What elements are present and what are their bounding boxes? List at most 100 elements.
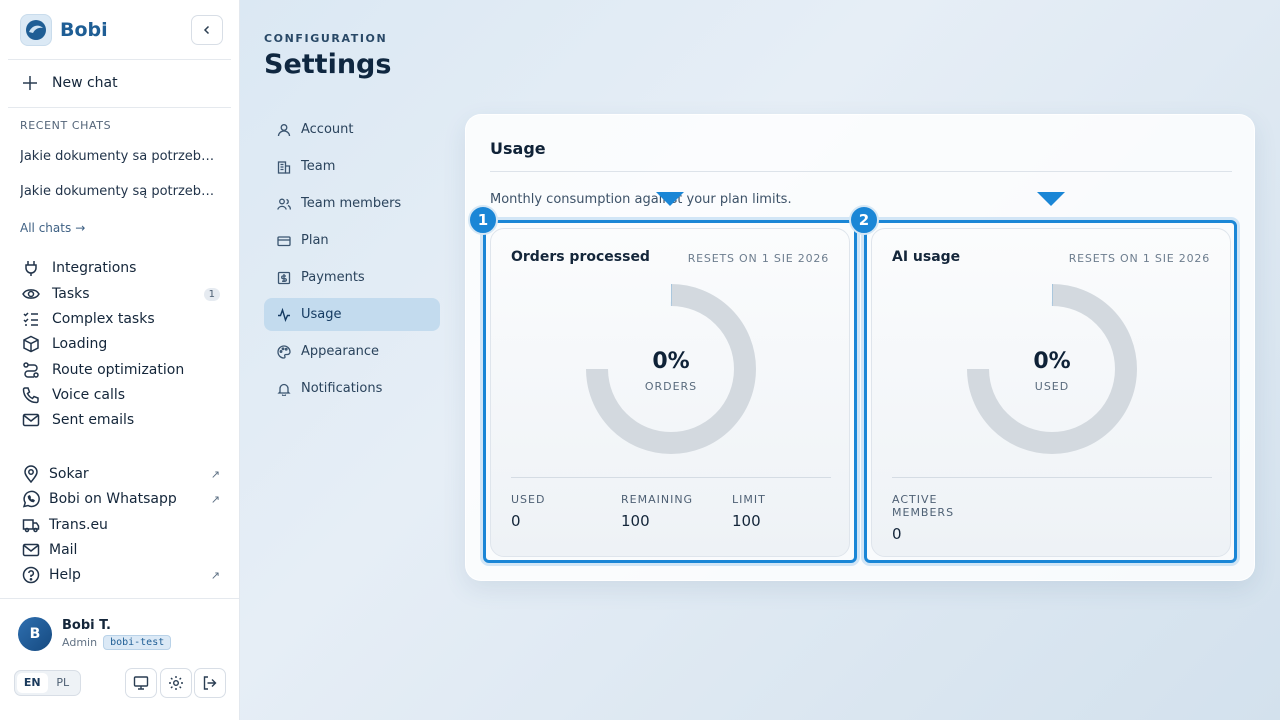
tab-label: Usage [301,307,342,322]
sidebar-item-whatsapp[interactable]: Bobi on Whatsapp ↗ [20,488,220,510]
collapse-sidebar-button[interactable] [191,15,223,45]
sidebar-item-voice-calls[interactable]: Voice calls [20,384,220,406]
sidebar-item-label: Complex tasks [52,311,155,327]
tab-notifications[interactable]: Notifications [264,372,440,405]
tab-label: Notifications [301,381,383,396]
sidebar-item-label: Help [49,567,81,583]
chevron-left-icon [203,25,210,35]
sidebar-item-label: Sokar [49,466,89,482]
sidebar-item-label: Loading [52,336,108,352]
all-chats-label: All chats [20,221,72,235]
tab-label: Payments [301,270,365,285]
external-link-icon: ↗ [210,467,220,481]
dolphin-logo-icon [20,14,52,46]
users-icon [276,196,292,212]
tab-label: Account [301,122,354,137]
box-icon [20,333,42,355]
arrow-right-icon: → [75,221,86,235]
divider [8,107,231,108]
sidebar-item-mail[interactable]: Mail [20,539,220,561]
sidebar-item-help[interactable]: Help ↗ [20,564,220,586]
user-profile[interactable]: B Bobi T. Admin bobi-test [18,617,172,651]
whatsapp-icon [20,488,42,510]
brand[interactable]: Bobi [20,14,108,46]
sidebar-item-label: Route optimization [52,362,185,378]
user-name: Bobi T. [62,618,111,633]
tab-account[interactable]: Account [264,113,440,146]
recent-chats-label: RECENT CHATS [20,119,112,132]
sidebar-item-label: Trans.eu [49,517,108,533]
sidebar: Bobi New chat RECENT CHATS Jakie dokumen… [0,0,240,720]
divider [0,598,239,599]
activity-icon [276,307,292,323]
external-link-icon: ↗ [210,568,220,582]
dollar-icon [276,270,292,286]
recent-chat-item[interactable]: Jakie dokumenty sa potrzebne do przewozu [20,149,220,164]
plug-icon [20,257,42,279]
external-link-icon: ↗ [210,492,220,506]
plus-icon [20,73,40,93]
recent-chat-item[interactable]: Jakie dokumenty są potrzebne do przewozu [20,184,220,199]
sidebar-item-label: Voice calls [52,387,126,403]
sidebar-item-loading[interactable]: Loading [20,333,220,355]
tab-label: Plan [301,233,329,248]
map-pin-icon [20,463,42,485]
divider [8,59,231,60]
divider [490,171,1232,172]
sidebar-item-tasks[interactable]: Tasks 1 [20,283,220,305]
lang-en-button[interactable]: EN [17,673,48,693]
annotation-pointer [656,192,684,206]
eye-icon [20,283,42,305]
tab-payments[interactable]: Payments [264,261,440,294]
highlight-box [483,220,857,563]
annotation-marker: 1 [468,205,498,235]
sidebar-item-sent-emails[interactable]: Sent emails [20,409,220,431]
new-chat-label: New chat [52,75,118,91]
tab-appearance[interactable]: Appearance [264,335,440,368]
tasks-count-badge: 1 [203,287,220,301]
sidebar-item-complex-tasks[interactable]: Complex tasks [20,308,220,330]
sidebar-item-trans-eu[interactable]: Trans.eu [20,514,220,536]
building-icon [276,159,292,175]
highlight-box [864,220,1237,563]
phone-icon [20,384,42,406]
team-tag: bobi-test [103,635,172,650]
avatar: B [18,617,52,651]
sidebar-item-label: Tasks [52,286,90,302]
annotation-pointer [1037,192,1065,206]
page-title: Settings [264,49,392,80]
tab-label: Team [301,159,336,174]
lang-pl-button[interactable]: PL [48,673,79,693]
sidebar-item-label: Integrations [52,260,137,276]
sidebar-item-label: Sent emails [52,412,135,428]
sidebar-item-sokar[interactable]: Sokar ↗ [20,463,220,485]
settings-button[interactable] [160,668,192,698]
tab-team-members[interactable]: Team members [264,187,440,220]
annotation-marker: 2 [849,205,879,235]
tab-label: Team members [301,196,402,211]
tab-label: Appearance [301,344,380,359]
tab-plan[interactable]: Plan [264,224,440,257]
usage-title: Usage [490,139,546,158]
user-role: Admin [62,636,98,649]
new-chat-button[interactable]: New chat [20,72,118,94]
palette-icon [276,344,292,360]
sidebar-item-route-optimization[interactable]: Route optimization [20,359,220,381]
mail-icon [20,539,42,561]
all-chats-link[interactable]: All chats → [20,221,85,235]
monitor-icon [133,676,149,690]
sidebar-item-integrations[interactable]: Integrations [20,257,220,279]
settings-nav: Account Team Team members Plan Payments … [264,113,440,409]
sidebar-item-label: Bobi on Whatsapp [49,491,177,507]
language-switch: EN PL [14,670,81,696]
truck-icon [20,514,42,536]
logout-button[interactable] [194,668,226,698]
usage-subtitle: Monthly consumption against your plan li… [490,192,792,207]
tab-usage[interactable]: Usage [264,298,440,331]
display-button[interactable] [125,668,157,698]
page-eyebrow: CONFIGURATION [264,32,388,45]
sidebar-item-label: Mail [49,542,78,558]
logout-icon [203,676,217,690]
tab-team[interactable]: Team [264,150,440,183]
mail-icon [20,409,42,431]
